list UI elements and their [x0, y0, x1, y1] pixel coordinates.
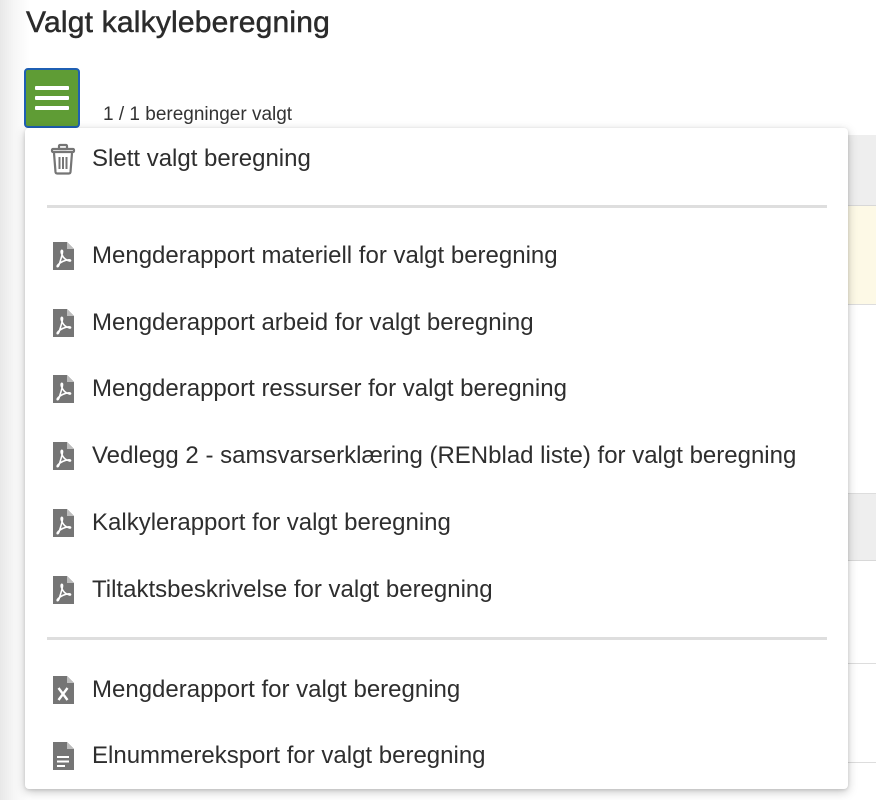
- hamburger-icon: [35, 86, 69, 110]
- pdf-file-icon: [49, 372, 77, 406]
- menu-item-label: Tiltaktsbeskrivelse for valgt beregning: [92, 576, 493, 603]
- report-resources-pdf-item[interactable]: Mengderapport ressurser for valgt beregn…: [25, 364, 848, 414]
- quantity-report-excel-item[interactable]: Mengderapport for valgt beregning: [25, 665, 848, 715]
- pdf-file-icon: [49, 306, 77, 340]
- menu-item-label: Mengderapport ressurser for valgt beregn…: [92, 375, 567, 402]
- measure-description-pdf-item[interactable]: Tiltaktsbeskrivelse for valgt beregning: [25, 565, 848, 615]
- page: Valgt kalkyleberegning 1 / 1 beregninger…: [0, 0, 876, 800]
- text-file-icon: [49, 739, 77, 773]
- excel-file-icon: [49, 673, 77, 707]
- trash-icon: [49, 142, 77, 176]
- menu-item-label: Vedlegg 2 - samsvarserklæring (RENblad l…: [92, 442, 797, 469]
- pdf-file-icon: [49, 239, 77, 273]
- actions-dropdown-menu: Slett valgt beregning Mengderapport mate…: [25, 128, 848, 789]
- report-work-pdf-item[interactable]: Mengderapport arbeid for valgt beregning: [25, 298, 848, 348]
- pdf-file-icon: [49, 439, 77, 473]
- page-title: Valgt kalkyleberegning: [26, 6, 331, 40]
- menu-item-label: Slett valgt beregning: [92, 145, 311, 172]
- menu-item-label: Elnummereksport for valgt beregning: [92, 742, 486, 769]
- delete-selected-calculation-item[interactable]: Slett valgt beregning: [25, 134, 848, 184]
- menu-divider: [47, 205, 827, 208]
- menu-divider: [47, 637, 827, 640]
- calculation-report-pdf-item[interactable]: Kalkylerapport for valgt beregning: [25, 498, 848, 548]
- appendix-2-conformity-declaration-item[interactable]: Vedlegg 2 - samsvarserklæring (RENblad l…: [25, 431, 848, 481]
- menu-toggle-button[interactable]: [24, 68, 80, 128]
- report-materials-pdf-item[interactable]: Mengderapport materiell for valgt beregn…: [25, 231, 848, 281]
- menu-item-label: Mengderapport arbeid for valgt beregning: [92, 309, 534, 336]
- menu-item-label: Mengderapport materiell for valgt beregn…: [92, 242, 558, 269]
- menu-item-label: Kalkylerapport for valgt beregning: [92, 509, 451, 536]
- menu-item-label: Mengderapport for valgt beregning: [92, 676, 461, 703]
- selection-count: 1 / 1 beregninger valgt: [103, 104, 293, 125]
- pdf-file-icon: [49, 506, 77, 540]
- el-number-export-item[interactable]: Elnummereksport for valgt beregning: [25, 731, 848, 781]
- pdf-file-icon: [49, 573, 77, 607]
